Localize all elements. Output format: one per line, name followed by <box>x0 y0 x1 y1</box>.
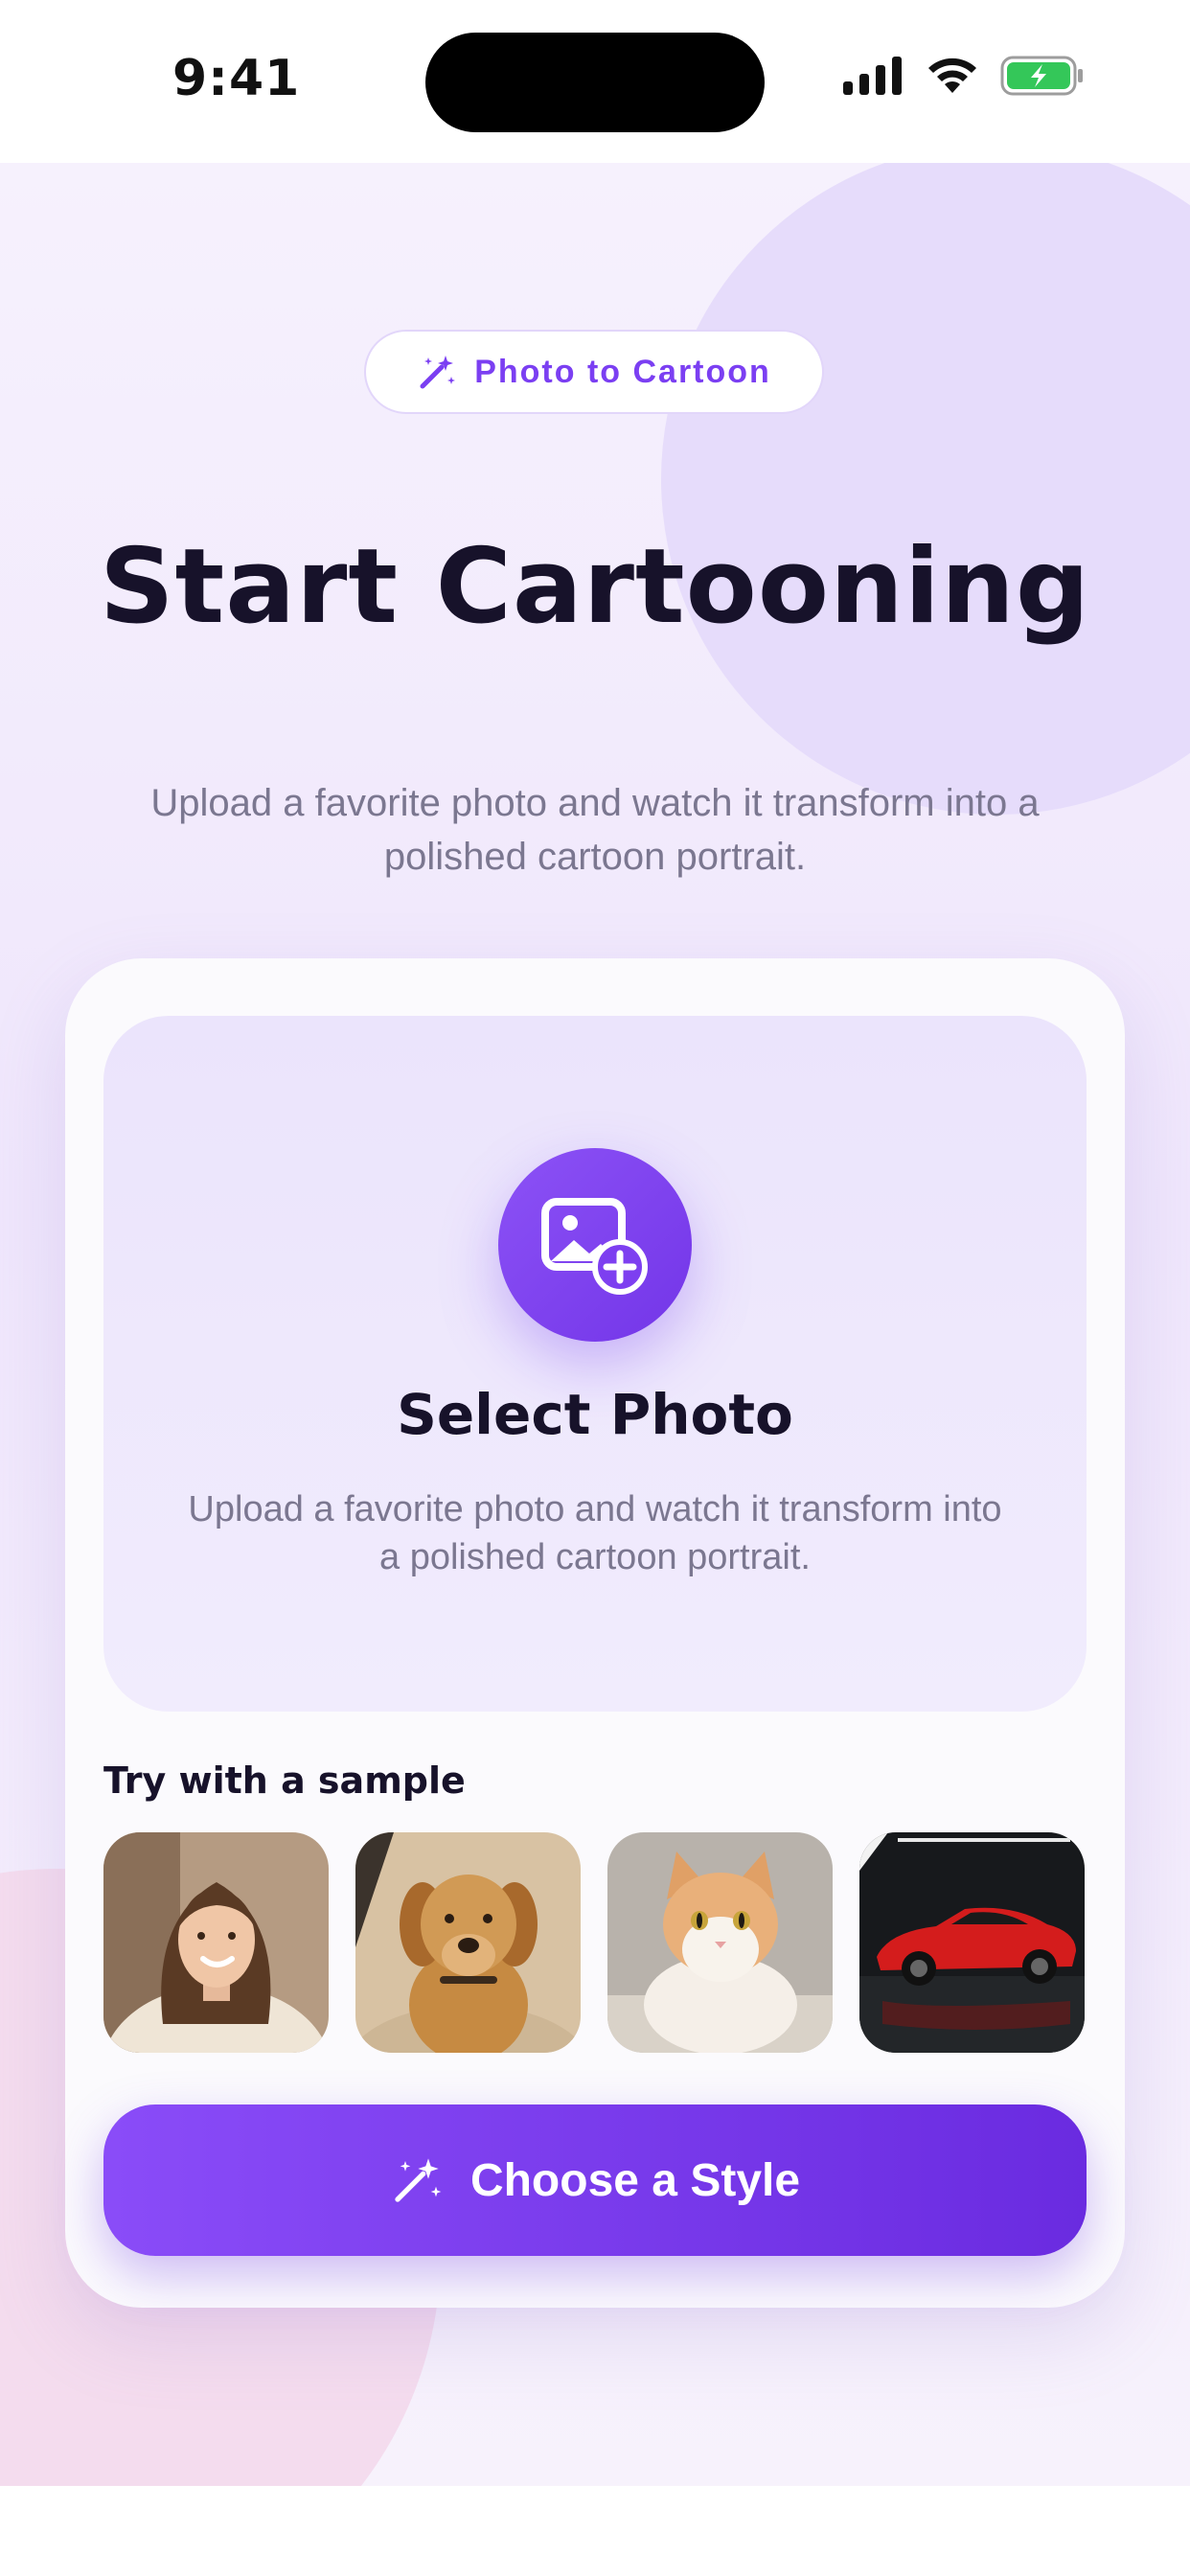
choose-style-label: Choose a Style <box>469 2154 801 2206</box>
sample-cat[interactable] <box>607 1832 833 2053</box>
sample-golden-retriever[interactable] <box>355 1832 581 2053</box>
battery-icon <box>1000 56 1083 96</box>
upload-card: Select Photo Upload a favorite photo and… <box>65 958 1125 2308</box>
samples-heading: Try with a sample <box>103 1760 466 1802</box>
sample-woman-portrait[interactable] <box>103 1832 329 2053</box>
feature-badge-label: Photo to Cartoon <box>474 353 771 390</box>
select-photo-subtitle: Upload a favorite photo and watch it tra… <box>188 1489 1002 1577</box>
app-screen: Photo to Cartoon Start Cartooning Upload… <box>0 163 1190 2486</box>
feature-badge: Photo to Cartoon <box>364 330 824 414</box>
decorative-bubble <box>661 163 1190 815</box>
page-title: Start Cartooning <box>99 527 1091 647</box>
status-time: 9:41 <box>172 50 301 107</box>
wifi-icon <box>928 58 976 93</box>
select-photo-title: Select Photo <box>397 1382 793 1447</box>
status-icons <box>843 56 1085 96</box>
image-plus-icon <box>541 1198 648 1295</box>
dynamic-island <box>425 33 765 132</box>
upload-button[interactable] <box>498 1148 692 1342</box>
sample-list <box>103 1832 1087 2053</box>
magic-wand-icon <box>395 2158 442 2202</box>
magic-wand-icon <box>420 356 456 389</box>
status-bar: 9:41 <box>0 0 1190 163</box>
signal-icon <box>843 57 902 95</box>
choose-style-button[interactable]: Choose a Style <box>103 2104 1087 2256</box>
photo-dropzone[interactable]: Select Photo Upload a favorite photo and… <box>103 1016 1087 1712</box>
page-subtitle: Upload a favorite photo and watch it tra… <box>150 782 1040 878</box>
sample-red-sports-car[interactable] <box>859 1832 1085 2053</box>
